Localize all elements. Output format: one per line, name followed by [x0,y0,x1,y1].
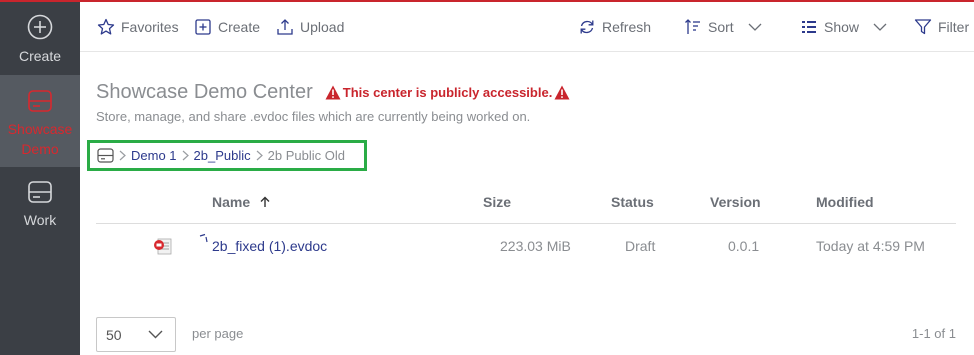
page-header: Showcase Demo Center This center is publ… [96,79,572,105]
arrow-up-icon [260,196,270,207]
refresh-icon [580,20,594,34]
toolbar: Favorites Create Upload Refresh Sort Sho… [80,2,974,52]
pagination-range: 1-1 of 1 [911,326,956,341]
public-warning: This center is publicly accessible. [323,85,573,100]
rail-showcase-label: Showcase Demo [7,121,73,157]
evdoc-file-icon [154,238,172,255]
show-label: Show [824,19,860,35]
add-box-icon [195,19,211,35]
breadcrumb-link-demo-1[interactable]: Demo 1 [131,148,177,163]
page-size-value: 50 [106,326,122,343]
column-header-status[interactable]: Status [611,194,654,210]
rail-work-label: Work [23,212,57,228]
filter-label: Filter [938,19,970,35]
sort-button[interactable]: Sort [684,16,762,38]
drive-icon [28,181,52,203]
column-name-label: Name [212,194,251,210]
drive-icon [28,90,52,112]
table-row[interactable]: 2b_fixed (1).evdoc 223.03 MiB Draft 0.0.… [96,230,956,262]
chevron-down-icon [148,330,163,339]
column-header-name[interactable]: Name [212,194,271,210]
show-button[interactable]: Show [800,16,887,38]
favorites-button[interactable]: Favorites [97,16,179,38]
page-size-select[interactable]: 50 [96,317,176,352]
plus-circle-icon [27,14,53,40]
breadcrumb-current: 2b Public Old [267,148,345,163]
drive-icon[interactable] [97,148,114,163]
refresh-button[interactable]: Refresh [578,16,651,38]
sort-label: Sort [708,19,734,35]
file-version: 0.0.1 [728,238,760,254]
left-rail: Create Showcase Demo Work [0,2,80,355]
warning-icon [325,85,341,99]
filter-button[interactable]: Filter [914,16,969,38]
loading-spinner-icon [199,233,208,243]
rail-create-button[interactable]: Create [0,14,80,74]
create-label: Create [218,19,261,35]
create-button[interactable]: Create [194,16,260,38]
file-modified: Today at 4:59 PM [816,238,925,254]
rail-showcase-demo[interactable]: Showcase Demo [0,75,80,167]
chevron-right-icon [119,150,126,161]
rail-create-label: Create [18,48,62,64]
chevron-down-icon [748,23,762,31]
column-header-modified[interactable]: Modified [816,194,874,210]
favorites-label: Favorites [121,19,179,35]
warning-icon [554,85,570,99]
column-header-size[interactable]: Size [483,194,511,210]
column-status-label: Status [611,194,654,210]
column-size-label: Size [483,194,512,210]
public-warning-text: This center is publicly accessible. [342,84,553,100]
file-size: 223.03 MiB [500,238,571,254]
page-title: Showcase Demo Center [96,80,313,103]
column-modified-label: Modified [816,194,874,210]
table-header: Name Size Status Version Modified [96,190,956,224]
star-icon [97,18,115,35]
column-header-version[interactable]: Version [710,194,761,210]
column-version-label: Version [710,194,761,210]
chevron-right-icon [256,150,263,161]
chevron-right-icon [182,150,189,161]
file-name-link[interactable]: 2b_fixed (1).evdoc [212,238,327,254]
rail-work[interactable]: Work [0,180,80,240]
upload-button[interactable]: Upload [276,16,344,38]
page-subtitle: Store, manage, and share .evdoc files wh… [96,109,531,124]
breadcrumb-link-2b-public[interactable]: 2b_Public [194,148,251,163]
per-page-label: per page [192,326,244,341]
upload-label: Upload [300,19,345,35]
filter-icon [914,19,932,35]
chevron-down-icon [873,23,887,31]
sort-icon [685,19,700,34]
upload-icon [277,19,293,35]
file-status: Draft [625,238,656,254]
refresh-label: Refresh [602,19,652,35]
list-icon [802,21,816,33]
breadcrumb: Demo 1 2b_Public 2b Public Old [87,140,367,171]
